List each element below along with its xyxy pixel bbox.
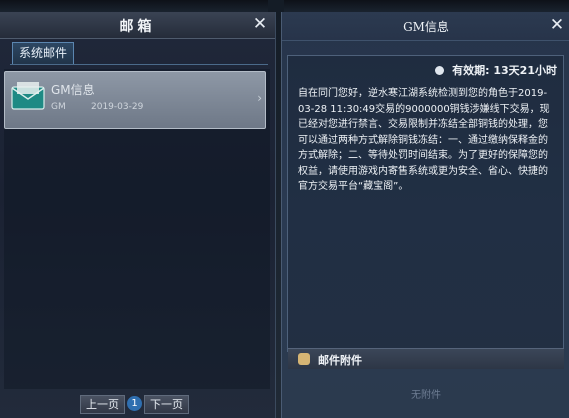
pager: 上一页 1 下一页 (80, 395, 190, 415)
tab-system-mail[interactable]: 系统邮件 (12, 42, 75, 64)
envelope-icon (11, 82, 45, 110)
mail-list-item[interactable]: GM信息 GM 2019-03-29 › (4, 71, 266, 129)
mail-date: 2019-03-29 (91, 102, 144, 112)
gm-message-panel: GM信息 ✕ 有效期: 13天21小时 自在同门您好，逆水寒江湖系统检测到您的角… (281, 12, 569, 418)
prev-page-button[interactable]: 上一页 (80, 395, 125, 414)
no-attachments-text: 无附件 (411, 390, 441, 401)
mailbox-tab-row: 系统邮件 (10, 42, 268, 65)
mailbox-close-icon[interactable]: ✕ (251, 15, 269, 33)
attachments-label: 邮件附件 (318, 354, 362, 367)
validity: 有效期: 13天21小时 (435, 62, 557, 78)
clock-icon (435, 66, 445, 75)
gm-message-text: 自在同门您好，逆水寒江湖系统检测到您的角色于2019-03-28 11:30:4… (298, 88, 550, 192)
next-page-button[interactable]: 下一页 (144, 395, 189, 414)
mailbox-panel: 邮箱 ✕ 系统邮件 GM信息 GM 2019-03-29 › 上一页 1 下一页 (0, 12, 276, 418)
gm-message-body: 有效期: 13天21小时 自在同门您好，逆水寒江湖系统检测到您的角色于2019-… (287, 55, 564, 352)
page-number: 1 (127, 396, 142, 411)
mailbox-header: 邮箱 ✕ (0, 12, 275, 39)
mail-from: GM (51, 102, 66, 112)
chevron-right-icon: › (257, 91, 262, 105)
gm-header: GM信息 ✕ (282, 12, 569, 41)
gm-close-icon[interactable]: ✕ (548, 16, 566, 34)
validity-label: 有效期: (452, 64, 490, 77)
mailbox-title: 邮箱 (119, 19, 156, 35)
validity-value: 13天21小时 (493, 64, 557, 77)
bag-icon (298, 353, 310, 365)
attachments-bar: 邮件附件 (288, 348, 564, 369)
mail-sender: GM信息 (51, 83, 95, 97)
gm-title: GM信息 (403, 20, 449, 34)
